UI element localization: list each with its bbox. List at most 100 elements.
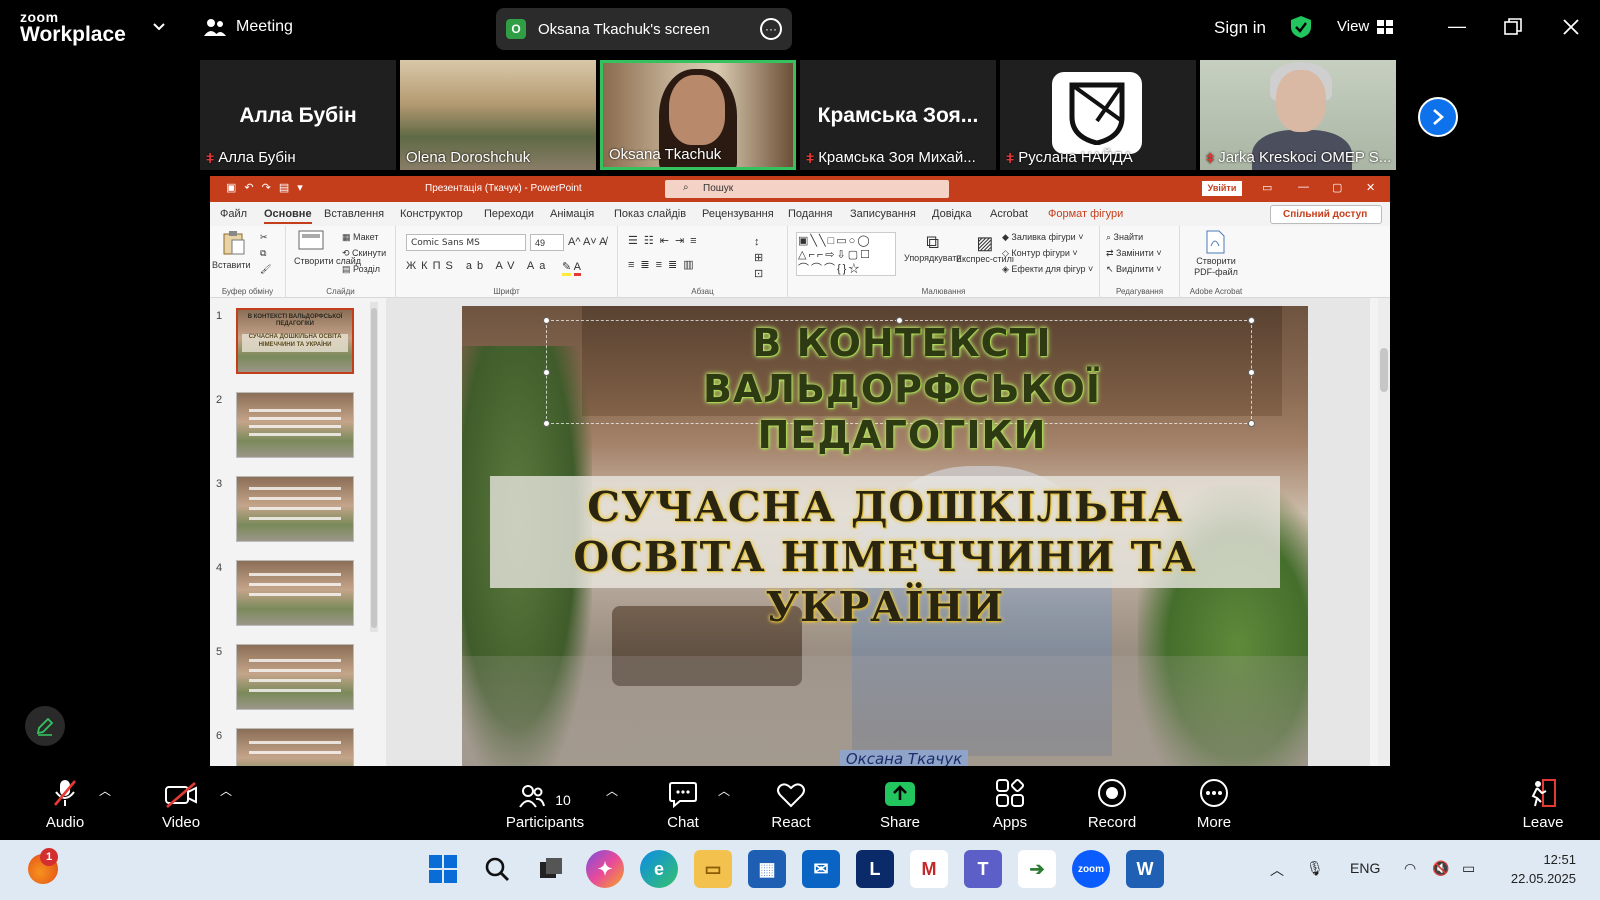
mcafee-icon[interactable]: M [910, 850, 948, 888]
paste-icon[interactable] [222, 230, 246, 256]
record-button[interactable]: Record [1086, 776, 1138, 831]
shape-effects-button[interactable]: ◈ Ефекти для фігур ˅ [1002, 264, 1093, 275]
resize-handle[interactable] [543, 420, 550, 427]
tab-view[interactable]: Подання [788, 208, 832, 220]
ribbon-display-icon[interactable]: ▭ [1262, 181, 1272, 194]
participant-tile[interactable]: Olena Doroshchuk [400, 60, 596, 170]
zoom-logo[interactable]: zoom Workplace [20, 10, 126, 45]
tab-help[interactable]: Довідка [932, 208, 972, 220]
shape-fill-button[interactable]: ◆ Заливка фігури ˅ [1002, 232, 1083, 243]
teams-icon[interactable]: T [964, 850, 1002, 888]
slide-subtitle[interactable]: СУЧАСНА ДОШКІЛЬНА ОСВІТА НІМЕЧЧИНИ ТА УК… [490, 482, 1280, 632]
speaker-muted-icon[interactable]: 🔇 [1432, 860, 1449, 877]
resize-handle[interactable] [543, 369, 550, 376]
font-size-select[interactable]: 49 [530, 234, 564, 251]
participants-options-caret[interactable]: ︿ [606, 782, 618, 799]
system-clock[interactable]: 12:51 22.05.2025 [1504, 850, 1576, 888]
slide-thumbnail[interactable] [236, 476, 354, 542]
store-icon[interactable]: ▦ [748, 850, 786, 888]
slide-title[interactable]: В КОНТЕКСТІ ВАЛЬДОРФСЬКОЇ ПЕДАГОГІКИ [552, 320, 1252, 458]
zoom-taskbar-icon[interactable]: zoom [1072, 850, 1110, 888]
ppt-login-button[interactable]: Увійти [1202, 181, 1242, 196]
participant-tile[interactable]: ǂ Руслана НАЙДА [1000, 60, 1196, 170]
tab-insert[interactable]: Вставлення [324, 208, 384, 220]
view-button[interactable]: View [1337, 18, 1394, 35]
ppt-restore-icon[interactable]: ▢ [1332, 181, 1342, 194]
copy-icon[interactable]: ⧉ [260, 248, 266, 259]
wifi-icon[interactable]: ◠ [1404, 860, 1416, 877]
apps-button[interactable]: Apps [986, 776, 1034, 831]
word-icon[interactable]: W [1126, 850, 1164, 888]
chat-button[interactable]: Chat [660, 776, 706, 831]
react-button[interactable]: React [766, 776, 816, 831]
slide-thumbnail-selected[interactable]: В КОНТЕКСТІ ВАЛЬДОРФСЬКОЇ ПЕДАГОГІКИ СУЧ… [236, 308, 354, 374]
ppt-minimize-icon[interactable]: — [1298, 181, 1309, 193]
screen-share-indicator[interactable]: O Oksana Tkachuk's screen ··· [496, 8, 792, 50]
tab-transitions[interactable]: Переходи [484, 208, 534, 220]
paste-label[interactable]: Вставити [212, 260, 251, 270]
mic-tray-icon[interactable]: 🎙 [1306, 860, 1324, 877]
outlook-icon[interactable]: ✉ [802, 850, 840, 888]
battery-icon[interactable]: ▭ [1462, 860, 1475, 877]
format-painter-icon[interactable]: 🖌 [260, 264, 271, 275]
slide-thumbnail[interactable] [236, 560, 354, 626]
quick-access-toolbar[interactable]: ▣↶↷▤▾ [226, 181, 311, 194]
video-options-caret[interactable]: ︿ [220, 782, 232, 799]
restore-icon[interactable] [1504, 18, 1522, 36]
slide-thumbnail[interactable] [236, 392, 354, 458]
app-l-icon[interactable]: L [856, 850, 894, 888]
file-explorer-icon[interactable]: ▭ [694, 850, 732, 888]
audio-button[interactable]: Audio [40, 776, 90, 831]
text-direction-icon[interactable]: ↕ ⊞ ⊡ [754, 234, 763, 282]
audio-options-caret[interactable]: ︿ [99, 782, 111, 799]
shape-outline-button[interactable]: ◇ Контур фігури ˅ [1002, 248, 1078, 259]
participant-tile[interactable]: Алла Бубін ǂ Алла Бубін [200, 60, 396, 170]
copilot-icon[interactable]: ✦ [586, 850, 624, 888]
tab-recording[interactable]: Записування [850, 208, 916, 220]
meeting-menu[interactable]: Meeting [204, 18, 293, 36]
share-screen-button[interactable]: Share [874, 776, 926, 831]
tab-design[interactable]: Конструктор [400, 208, 463, 220]
ppt-share-button[interactable]: Спільний доступ [1270, 205, 1382, 224]
create-pdf-label[interactable]: Створити PDF-файл [1186, 256, 1246, 278]
close-icon[interactable] [1562, 18, 1580, 36]
chevron-up-icon[interactable]: ︿ [1270, 860, 1284, 880]
participant-tile[interactable]: ǂ Jarka Kreskoci OMEP S... [1200, 60, 1396, 170]
tab-file[interactable]: Файл [220, 208, 247, 220]
start-icon[interactable] [424, 850, 462, 888]
tab-home[interactable]: Основне [264, 208, 312, 224]
annotate-button[interactable] [25, 706, 65, 746]
edge-icon[interactable]: e [640, 850, 678, 888]
tab-acrobat[interactable]: Acrobat [990, 208, 1028, 220]
list-buttons[interactable]: ☰☷⇤⇥≡ [628, 234, 703, 247]
canvas-scrollbar[interactable] [1378, 298, 1390, 766]
app-arrow-icon[interactable]: ➔ [1018, 850, 1056, 888]
pdf-icon[interactable] [1204, 230, 1226, 254]
align-buttons[interactable]: ≡≣≡≣▥ [628, 258, 700, 271]
search-icon[interactable] [478, 850, 516, 888]
current-slide[interactable]: В КОНТЕКСТІ ВАЛЬДОРФСЬКОЇ ПЕДАГОГІКИ СУЧ… [462, 306, 1308, 766]
select-button[interactable]: ↖ Виділити ˅ [1106, 264, 1162, 275]
cut-icon[interactable]: ✂ [260, 232, 268, 243]
layout-button[interactable]: ▦ Макет [342, 232, 379, 243]
scrollbar-thumb[interactable] [1380, 348, 1388, 392]
participant-tile[interactable]: Крамська Зоя... ǂ Крамська Зоя Михай... [800, 60, 996, 170]
replace-button[interactable]: ⇄ Замінити ˅ [1106, 248, 1162, 259]
find-button[interactable]: ⌕ Знайти [1106, 232, 1143, 243]
slide-thumbnail[interactable] [236, 728, 354, 766]
participants-button[interactable]: 10 Participants [500, 776, 590, 831]
section-button[interactable]: ▤ Розділ [342, 264, 380, 275]
participant-tile-active-speaker[interactable]: Oksana Tkachuk [600, 60, 796, 170]
more-options-icon[interactable]: ··· [760, 18, 782, 40]
tab-review[interactable]: Рецензування [702, 208, 774, 220]
chevron-down-icon[interactable] [152, 20, 166, 34]
new-slide-icon[interactable] [298, 230, 324, 252]
font-style-buttons[interactable]: ЖКПS ab AV Aa [406, 260, 550, 272]
arrange-button[interactable]: ⧉ Упорядкувати [904, 232, 961, 263]
video-button[interactable]: Video [156, 776, 206, 831]
chat-options-caret[interactable]: ︿ [718, 782, 730, 799]
next-page-button[interactable] [1418, 97, 1458, 137]
highlight-color-icon[interactable]: ✎ A [562, 260, 582, 276]
tab-shape-format[interactable]: Формат фігури [1048, 208, 1123, 220]
shapes-gallery[interactable]: ▣╲╲□▭○◯ △⌐⌐⇨⇩▢☐ ⌒⌒⌒{}☆ [796, 232, 896, 276]
